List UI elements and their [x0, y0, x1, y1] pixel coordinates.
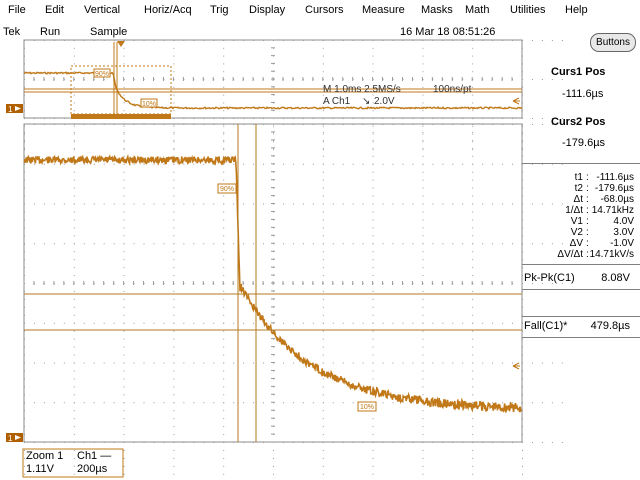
cursor-readout-label: t2 — [574, 183, 583, 194]
ch1-ground-marker-overview[interactable]: 1 — [6, 104, 23, 114]
zoom-10-text: 10% — [360, 404, 374, 411]
cursor-readout-label: V1 — [570, 216, 583, 227]
zoom-channel-label: Ch1 — — [77, 450, 112, 462]
cursor-readout-value: 14.71kHz — [591, 205, 634, 216]
trigger-slope-icon: ↘ — [362, 96, 370, 107]
panel-separator — [522, 264, 640, 265]
overview-trig-text: A Ch1 — [323, 96, 351, 107]
readout-colon: : — [586, 172, 589, 183]
cursor-readout-label: V2 — [570, 227, 583, 238]
curs1-value[interactable]: -111.6µs — [562, 88, 603, 100]
zoom-vertical-factor: 1.11V — [26, 463, 54, 475]
readout-colon: : — [586, 227, 589, 238]
overview-trig-level: 2.0V — [374, 96, 395, 107]
readout-colon: : — [586, 216, 589, 227]
panel-separator — [522, 289, 640, 290]
trigger-position-icon[interactable] — [117, 41, 125, 47]
overview-90-label: 90% — [93, 68, 111, 78]
zoom-10-label: 10% — [357, 401, 377, 412]
cursor-readout-label: t1 — [574, 172, 583, 183]
meas-pkpk-value[interactable]: 8.08V — [601, 272, 630, 284]
meas-fall-label[interactable]: Fall(C1)* — [524, 320, 567, 332]
readout-colon: : — [586, 194, 589, 205]
meas-pkpk-label[interactable]: Pk-Pk(C1) — [524, 272, 575, 284]
cursor-readout-value: -179.6µs — [594, 183, 634, 194]
zoom-label: Zoom 1 — [26, 450, 64, 462]
zoom-trigger-level-arrow-icon — [512, 362, 520, 370]
panel-separator — [522, 163, 640, 164]
curs1-title[interactable]: Curs1 Pos — [551, 66, 605, 78]
overview-horiz-text: M 1.0ms 2.5MS/s — [323, 84, 401, 95]
cursor-readout-value: -1.0V — [610, 238, 634, 249]
meas-fall-value[interactable]: 479.8µs — [591, 320, 630, 332]
cursor-readout-value: -68.0µs — [600, 194, 634, 205]
overview-10-text: 10% — [142, 101, 156, 108]
zoom-position-bar[interactable] — [71, 114, 171, 119]
overview-trigger-level-arrow-icon — [512, 97, 520, 105]
readout-colon: : — [586, 238, 589, 249]
overview-90-text: 90% — [95, 71, 109, 78]
panel-separator — [522, 316, 640, 317]
curs2-value[interactable]: -179.6µs — [562, 137, 605, 149]
overview-10-label: 10% — [140, 98, 158, 108]
cursor-readout-label: 1/Δt — [565, 205, 583, 216]
cursor-readout-value: 4.0V — [613, 216, 634, 227]
cursor-readout-label: ΔV — [569, 238, 583, 249]
readout-colon: : — [586, 205, 589, 216]
ch1-ground-marker-zoom[interactable]: 1 — [6, 433, 23, 443]
zoom-timebase: 200µs — [77, 463, 108, 475]
curs2-title[interactable]: Curs2 Pos — [551, 116, 605, 128]
zoom-90-text: 90% — [220, 186, 234, 193]
cursor-readout-value: 3.0V — [613, 227, 634, 238]
cursor-readout-label: ΔV/Δt — [557, 249, 583, 260]
readout-colon: : — [586, 249, 589, 260]
overview-graticule — [23, 39, 563, 151]
cursor-readout-value: -111.6µs — [596, 172, 634, 183]
readout-colon: : — [586, 183, 589, 194]
cursor-readout-value: 14.71kV/s — [589, 249, 634, 260]
overview-res-text: 100ns/pt — [433, 84, 472, 95]
svg-text:1: 1 — [8, 105, 13, 114]
panel-separator — [522, 337, 640, 338]
zoom-90-label: 90% — [217, 183, 237, 194]
cursor-readout-label: Δt — [573, 194, 583, 205]
svg-text:1: 1 — [8, 434, 13, 443]
scope-display: 90% 10% M 1.0ms 2.5MS/s 100ns/pt A Ch1 ↘… — [6, 39, 563, 478]
zoom-graticule — [23, 123, 563, 475]
